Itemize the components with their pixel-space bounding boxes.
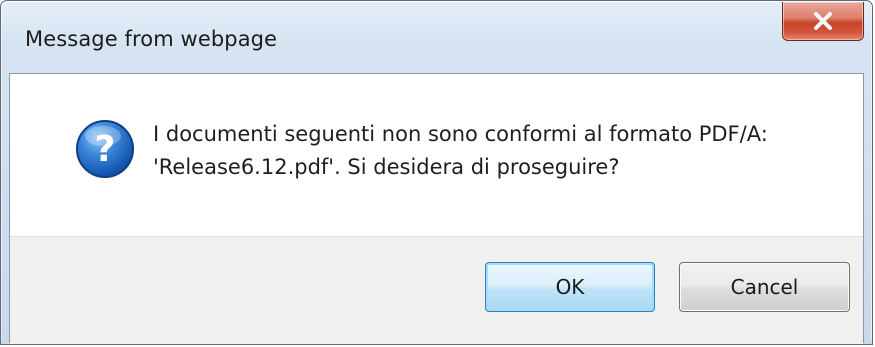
close-icon	[783, 2, 863, 40]
cancel-button[interactable]: Cancel	[679, 262, 850, 312]
message-line-1: I documenti seguenti non sono conformi a…	[153, 122, 768, 146]
close-button[interactable]	[782, 2, 864, 41]
dialog-message: I documenti seguenti non sono conformi a…	[153, 118, 853, 184]
button-bar: OK Cancel	[10, 236, 863, 344]
question-icon: ?	[74, 118, 136, 180]
title-bar[interactable]: Message from webpage	[1, 1, 872, 73]
message-area: ? I documenti seguenti non sono conformi…	[10, 74, 863, 236]
message-line-2: 'Release6.12.pdf'. Si desidera di proseg…	[153, 155, 620, 179]
message-dialog: Message from webpage ? I documenti segue…	[0, 0, 873, 345]
dialog-title: Message from webpage	[25, 27, 278, 51]
ok-button[interactable]: OK	[485, 262, 655, 312]
dialog-body: ? I documenti seguenti non sono conformi…	[9, 73, 864, 344]
svg-text:?: ?	[95, 129, 116, 170]
